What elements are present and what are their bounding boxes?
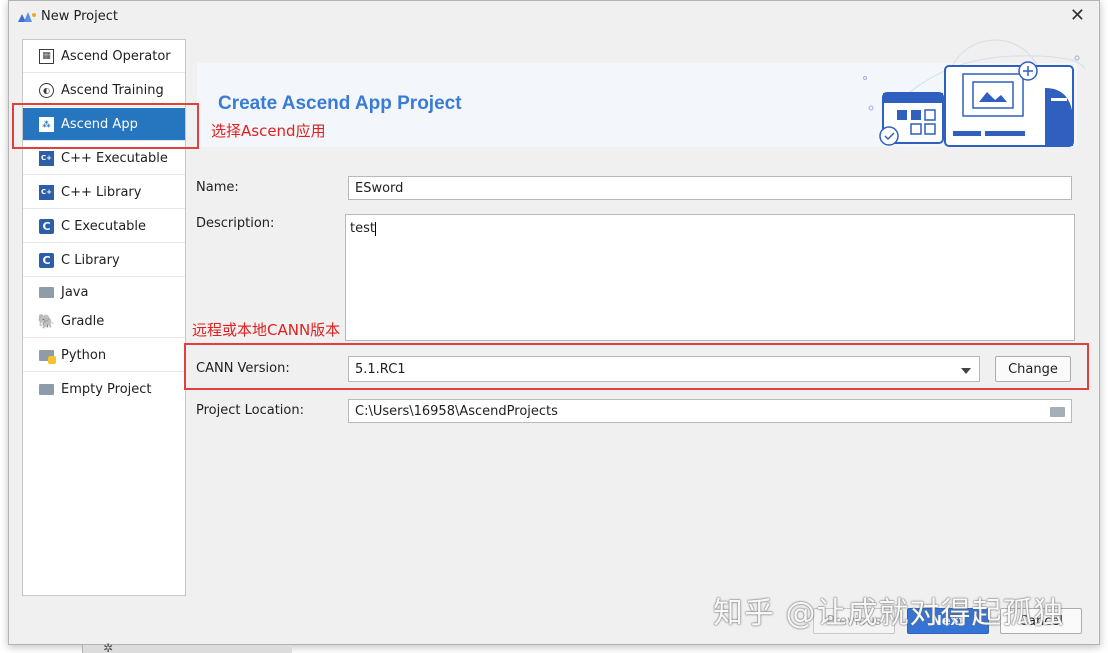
sidebar-item-label: C Library [61, 252, 120, 268]
cpp-library-icon: C+ [39, 184, 54, 200]
python-folder-icon [39, 349, 56, 364]
cann-version-value: 5.1.RC1 [355, 361, 406, 377]
description-value: test [350, 221, 375, 236]
project-location-input[interactable]: C:\Users\16958\AscendProjects [348, 399, 1072, 423]
cann-version-dropdown[interactable]: 5.1.RC1 [348, 356, 980, 382]
title-bar: New Project ✕ [9, 1, 1099, 33]
sidebar-item-python[interactable]: Python [23, 339, 185, 372]
cpp-executable-icon: C+ [39, 150, 54, 166]
close-icon[interactable]: ✕ [1070, 6, 1085, 26]
background-panel [82, 645, 292, 653]
sidebar-item-label: C++ Executable [61, 150, 168, 166]
annotation-select-app: 选择Ascend应用 [211, 122, 326, 140]
sidebar-item-label: Empty Project [61, 382, 152, 397]
page-title: Create Ascend App Project [218, 93, 462, 114]
sidebar-item-empty-project[interactable]: Empty Project [23, 373, 185, 406]
ascend-training-icon: ◐ [39, 82, 54, 98]
app-logo-icon [18, 12, 36, 22]
new-project-dialog: New Project ✕ ▦ Ascend Operator ◐ Ascend… [8, 0, 1100, 645]
watermark-text: 知乎 @让成就对得起孤独 [713, 596, 1065, 631]
name-label: Name: [196, 180, 239, 195]
sidebar-item-ascend-operator[interactable]: ▦ Ascend Operator [23, 40, 185, 73]
name-input[interactable]: ESword [348, 176, 1072, 200]
sidebar-item-label: Java [61, 285, 89, 300]
c-library-icon: C [39, 252, 54, 268]
folder-icon[interactable] [1050, 407, 1065, 417]
description-label: Description: [196, 216, 275, 231]
sidebar-item-c-library[interactable]: C C Library [23, 244, 185, 277]
sidebar-item-label: Gradle [61, 314, 105, 329]
sidebar-item-label: Ascend Operator [61, 48, 171, 64]
sidebar-item-java[interactable]: Java [23, 278, 185, 307]
description-textarea[interactable]: test [345, 214, 1075, 341]
text-caret [374, 221, 376, 236]
project-location-value: C:\Users\16958\AscendProjects [355, 403, 558, 419]
sidebar-item-cpp-library[interactable]: C+ C++ Library [23, 176, 185, 209]
name-value: ESword [355, 180, 404, 196]
cann-version-label: CANN Version: [196, 361, 290, 376]
c-executable-icon: C [39, 218, 54, 234]
ascend-illustration-icon [863, 39, 1085, 147]
sidebar-item-c-executable[interactable]: C C Executable [23, 210, 185, 243]
gear-icon: ✲ [103, 641, 114, 653]
gradle-icon: 🐘 [37, 313, 56, 330]
header-banner: Create Ascend App Project [197, 39, 1085, 147]
annotation-cann-version: 远程或本地CANN版本 [192, 321, 341, 339]
empty-project-folder-icon [39, 384, 54, 395]
highlight-box-ascend-app [12, 103, 199, 149]
sidebar-item-label: C Executable [61, 218, 147, 234]
sidebar-item-label: C++ Library [61, 184, 142, 200]
sidebar-item-label: Ascend Training [61, 82, 164, 98]
sidebar-item-label: Python [61, 347, 107, 363]
window-title: New Project [41, 9, 118, 24]
java-folder-icon [39, 287, 54, 298]
change-button[interactable]: Change [995, 356, 1071, 382]
project-location-label: Project Location: [196, 403, 304, 418]
ascend-operator-icon: ▦ [39, 48, 54, 64]
sidebar-item-gradle[interactable]: 🐘 Gradle [23, 306, 185, 338]
chevron-down-icon [961, 368, 971, 374]
